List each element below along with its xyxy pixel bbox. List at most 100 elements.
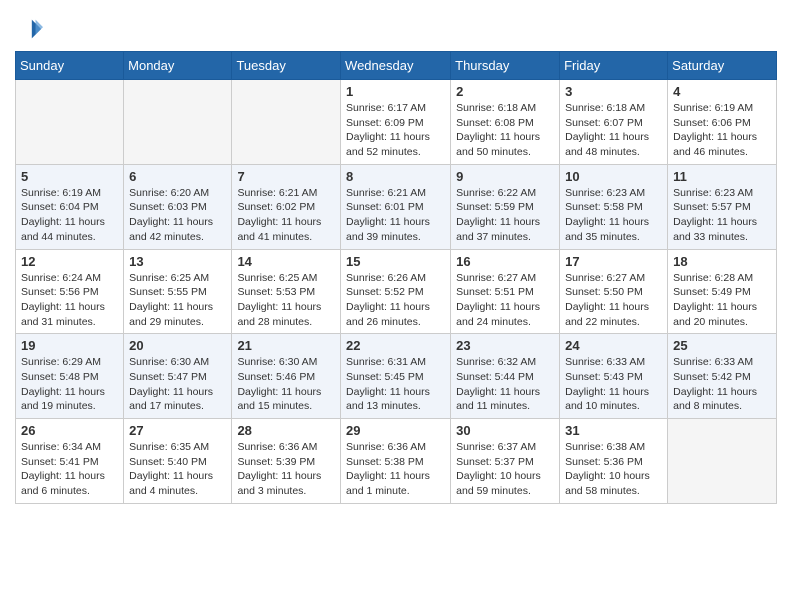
day-info: Sunrise: 6:24 AM Sunset: 5:56 PM Dayligh… — [21, 271, 118, 330]
day-number: 7 — [237, 169, 335, 184]
day-info: Sunrise: 6:34 AM Sunset: 5:41 PM Dayligh… — [21, 440, 118, 499]
calendar-week-row: 12 Sunrise: 6:24 AM Sunset: 5:56 PM Dayli… — [16, 249, 777, 334]
calendar-week-row: 19Sunrise: 6:29 AM Sunset: 5:48 PM Dayli… — [16, 334, 777, 419]
day-number: 27 — [129, 423, 226, 438]
calendar-week-row: 5 Sunrise: 6:19 AM Sunset: 6:04 PM Daylig… — [16, 164, 777, 249]
calendar-cell: 22 Sunrise: 6:31 AM Sunset: 5:45 PM Dayli… — [341, 334, 451, 419]
day-number: 30 — [456, 423, 554, 438]
calendar-cell: 15Sunrise: 6:26 AM Sunset: 5:52 PM Dayli… — [341, 249, 451, 334]
calendar-cell: 1 Sunrise: 6:17 AM Sunset: 6:09 PM Daylig… — [341, 80, 451, 165]
day-number: 13 — [129, 254, 226, 269]
day-number: 20 — [129, 338, 226, 353]
calendar-table: SundayMondayTuesdayWednesdayThursdayFrid… — [15, 51, 777, 504]
day-header-monday: Monday — [124, 52, 232, 80]
page-container: SundayMondayTuesdayWednesdayThursdayFrid… — [0, 0, 792, 519]
day-number: 8 — [346, 169, 445, 184]
logo-icon — [15, 15, 43, 43]
day-header-wednesday: Wednesday — [341, 52, 451, 80]
day-number: 31 — [565, 423, 662, 438]
day-number: 19 — [21, 338, 118, 353]
day-number: 10 — [565, 169, 662, 184]
day-info: Sunrise: 6:27 AM Sunset: 5:51 PM Dayligh… — [456, 271, 554, 330]
calendar-cell: 12 Sunrise: 6:24 AM Sunset: 5:56 PM Dayli… — [16, 249, 124, 334]
calendar-cell: 21 Sunrise: 6:30 AM Sunset: 5:46 PM Dayli… — [232, 334, 341, 419]
day-info: Sunrise: 6:23 AM Sunset: 5:58 PM Dayligh… — [565, 186, 662, 245]
calendar-header-row: SundayMondayTuesdayWednesdayThursdayFrid… — [16, 52, 777, 80]
calendar-cell: 3Sunrise: 6:18 AM Sunset: 6:07 PM Daylig… — [560, 80, 668, 165]
day-info: Sunrise: 6:25 AM Sunset: 5:53 PM Dayligh… — [237, 271, 335, 330]
calendar-cell: 8Sunrise: 6:21 AM Sunset: 6:01 PM Daylig… — [341, 164, 451, 249]
day-info: Sunrise: 6:22 AM Sunset: 5:59 PM Dayligh… — [456, 186, 554, 245]
day-info: Sunrise: 6:23 AM Sunset: 5:57 PM Dayligh… — [673, 186, 771, 245]
day-info: Sunrise: 6:18 AM Sunset: 6:07 PM Dayligh… — [565, 101, 662, 160]
calendar-cell — [16, 80, 124, 165]
calendar-cell: 4 Sunrise: 6:19 AM Sunset: 6:06 PM Daylig… — [668, 80, 777, 165]
day-number: 15 — [346, 254, 445, 269]
calendar-cell: 20Sunrise: 6:30 AM Sunset: 5:47 PM Dayli… — [124, 334, 232, 419]
calendar-cell: 9 Sunrise: 6:22 AM Sunset: 5:59 PM Daylig… — [451, 164, 560, 249]
day-number: 12 — [21, 254, 118, 269]
calendar-cell: 25 Sunrise: 6:33 AM Sunset: 5:42 PM Dayli… — [668, 334, 777, 419]
calendar-cell — [124, 80, 232, 165]
calendar-week-row: 1 Sunrise: 6:17 AM Sunset: 6:09 PM Daylig… — [16, 80, 777, 165]
calendar-cell: 28 Sunrise: 6:36 AM Sunset: 5:39 PM Dayli… — [232, 419, 341, 504]
calendar-cell: 29Sunrise: 6:36 AM Sunset: 5:38 PM Dayli… — [341, 419, 451, 504]
calendar-cell — [668, 419, 777, 504]
day-number: 22 — [346, 338, 445, 353]
day-number: 1 — [346, 84, 445, 99]
day-header-sunday: Sunday — [16, 52, 124, 80]
day-info: Sunrise: 6:18 AM Sunset: 6:08 PM Dayligh… — [456, 101, 554, 160]
day-info: Sunrise: 6:38 AM Sunset: 5:36 PM Dayligh… — [565, 440, 662, 499]
day-info: Sunrise: 6:20 AM Sunset: 6:03 PM Dayligh… — [129, 186, 226, 245]
day-number: 9 — [456, 169, 554, 184]
day-header-friday: Friday — [560, 52, 668, 80]
day-info: Sunrise: 6:17 AM Sunset: 6:09 PM Dayligh… — [346, 101, 445, 160]
calendar-cell: 10 Sunrise: 6:23 AM Sunset: 5:58 PM Dayli… — [560, 164, 668, 249]
calendar-cell: 30Sunrise: 6:37 AM Sunset: 5:37 PM Dayli… — [451, 419, 560, 504]
day-header-saturday: Saturday — [668, 52, 777, 80]
day-number: 21 — [237, 338, 335, 353]
day-info: Sunrise: 6:28 AM Sunset: 5:49 PM Dayligh… — [673, 271, 771, 330]
day-number: 4 — [673, 84, 771, 99]
day-number: 26 — [21, 423, 118, 438]
day-number: 18 — [673, 254, 771, 269]
day-info: Sunrise: 6:32 AM Sunset: 5:44 PM Dayligh… — [456, 355, 554, 414]
day-info: Sunrise: 6:31 AM Sunset: 5:45 PM Dayligh… — [346, 355, 445, 414]
day-info: Sunrise: 6:19 AM Sunset: 6:06 PM Dayligh… — [673, 101, 771, 160]
day-number: 5 — [21, 169, 118, 184]
logo — [15, 15, 47, 43]
day-number: 11 — [673, 169, 771, 184]
day-number: 24 — [565, 338, 662, 353]
day-header-thursday: Thursday — [451, 52, 560, 80]
calendar-week-row: 26 Sunrise: 6:34 AM Sunset: 5:41 PM Dayli… — [16, 419, 777, 504]
calendar-cell: 2Sunrise: 6:18 AM Sunset: 6:08 PM Daylig… — [451, 80, 560, 165]
calendar-cell: 26 Sunrise: 6:34 AM Sunset: 5:41 PM Dayli… — [16, 419, 124, 504]
calendar-cell: 5 Sunrise: 6:19 AM Sunset: 6:04 PM Daylig… — [16, 164, 124, 249]
calendar-cell: 16Sunrise: 6:27 AM Sunset: 5:51 PM Dayli… — [451, 249, 560, 334]
calendar-cell: 24Sunrise: 6:33 AM Sunset: 5:43 PM Dayli… — [560, 334, 668, 419]
calendar-cell: 18 Sunrise: 6:28 AM Sunset: 5:49 PM Dayli… — [668, 249, 777, 334]
day-number: 17 — [565, 254, 662, 269]
day-number: 29 — [346, 423, 445, 438]
day-info: Sunrise: 6:30 AM Sunset: 5:46 PM Dayligh… — [237, 355, 335, 414]
day-number: 14 — [237, 254, 335, 269]
day-number: 23 — [456, 338, 554, 353]
header — [15, 10, 777, 43]
calendar-cell: 27 Sunrise: 6:35 AM Sunset: 5:40 PM Dayli… — [124, 419, 232, 504]
day-info: Sunrise: 6:36 AM Sunset: 5:39 PM Dayligh… — [237, 440, 335, 499]
day-header-tuesday: Tuesday — [232, 52, 341, 80]
day-info: Sunrise: 6:35 AM Sunset: 5:40 PM Dayligh… — [129, 440, 226, 499]
calendar-cell: 13Sunrise: 6:25 AM Sunset: 5:55 PM Dayli… — [124, 249, 232, 334]
day-info: Sunrise: 6:27 AM Sunset: 5:50 PM Dayligh… — [565, 271, 662, 330]
day-number: 28 — [237, 423, 335, 438]
calendar-cell: 31 Sunrise: 6:38 AM Sunset: 5:36 PM Dayli… — [560, 419, 668, 504]
day-info: Sunrise: 6:33 AM Sunset: 5:42 PM Dayligh… — [673, 355, 771, 414]
day-info: Sunrise: 6:19 AM Sunset: 6:04 PM Dayligh… — [21, 186, 118, 245]
calendar-cell: 6Sunrise: 6:20 AM Sunset: 6:03 PM Daylig… — [124, 164, 232, 249]
calendar-cell — [232, 80, 341, 165]
calendar-cell: 11 Sunrise: 6:23 AM Sunset: 5:57 PM Dayli… — [668, 164, 777, 249]
day-number: 25 — [673, 338, 771, 353]
calendar-cell: 23 Sunrise: 6:32 AM Sunset: 5:44 PM Dayli… — [451, 334, 560, 419]
calendar-cell: 17 Sunrise: 6:27 AM Sunset: 5:50 PM Dayli… — [560, 249, 668, 334]
day-info: Sunrise: 6:21 AM Sunset: 6:02 PM Dayligh… — [237, 186, 335, 245]
